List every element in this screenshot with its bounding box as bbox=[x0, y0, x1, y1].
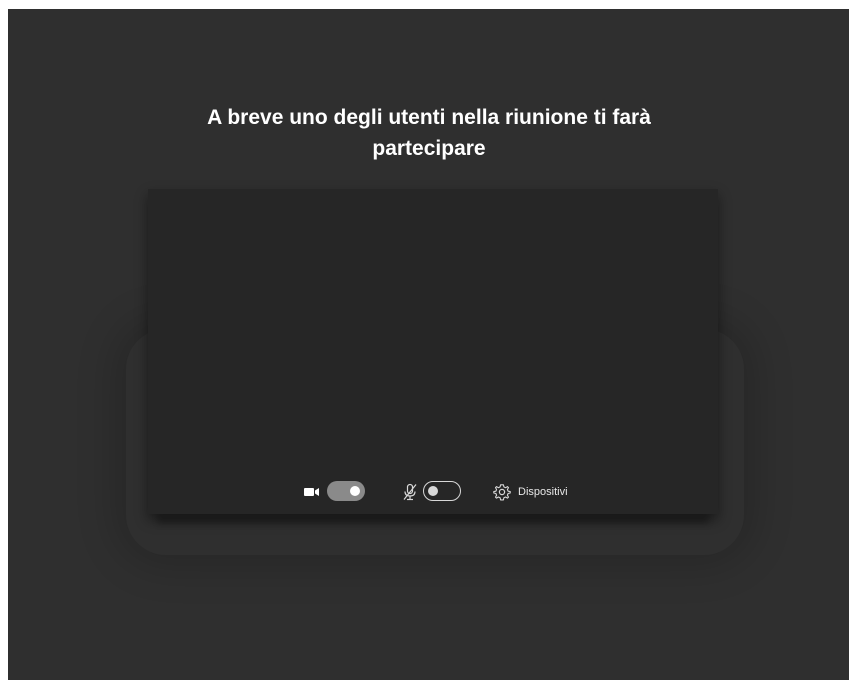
camera-toggle-knob bbox=[350, 486, 360, 496]
gear-icon bbox=[493, 484, 511, 501]
waiting-message-line-2: partecipare bbox=[372, 137, 486, 160]
camera-toggle[interactable] bbox=[327, 481, 365, 501]
microphone-toggle[interactable] bbox=[423, 481, 461, 501]
prejoin-screen: A breve uno degli utenti nella riunione … bbox=[8, 9, 849, 680]
video-preview: Dispositivi bbox=[148, 189, 718, 514]
devices-label: Dispositivi bbox=[518, 486, 568, 498]
device-controls-bar: Dispositivi bbox=[148, 480, 718, 504]
microphone-toggle-knob bbox=[428, 485, 438, 496]
camera-icon bbox=[304, 488, 319, 496]
devices-button[interactable]: Dispositivi bbox=[490, 480, 578, 504]
mic-off-icon bbox=[403, 483, 417, 501]
preview-shadow bbox=[158, 514, 708, 524]
waiting-message: A breve uno degli utenti nella riunione … bbox=[8, 102, 849, 164]
waiting-message-line-1: A breve uno degli utenti nella riunione … bbox=[207, 106, 651, 129]
